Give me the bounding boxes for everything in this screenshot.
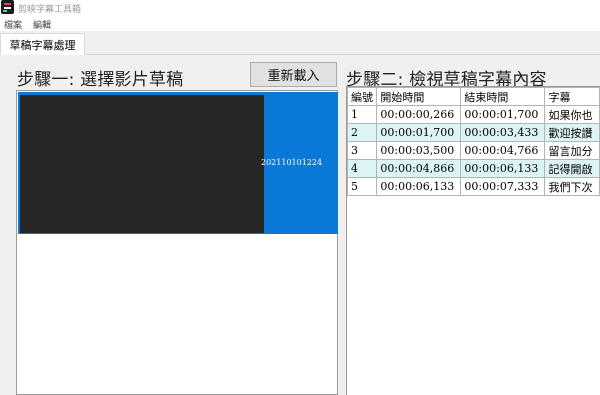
- cell-end[interactable]: 00:00:01,700: [460, 105, 546, 124]
- tab-strip: 草稿字幕處理: [0, 31, 600, 55]
- column-header-index[interactable]: 編號: [347, 87, 378, 106]
- step1-title: 步驟一: 選擇影片草稿: [17, 70, 184, 90]
- cell-text[interactable]: 歡迎按讚: [544, 123, 600, 142]
- cell-end[interactable]: 00:00:03,433: [460, 123, 546, 142]
- column-header-start[interactable]: 開始時間: [376, 87, 462, 106]
- title-bar: 剪映字幕工具箱: [0, 0, 600, 15]
- table-row[interactable]: 1 00:00:00,266 00:00:01,700 如果你也: [347, 105, 600, 124]
- menu-file[interactable]: 檔案: [4, 18, 22, 31]
- cell-end[interactable]: 00:00:06,133: [460, 159, 546, 178]
- window-title: 剪映字幕工具箱: [18, 5, 82, 15]
- cell-index[interactable]: 5: [347, 177, 378, 196]
- cell-start[interactable]: 00:00:04,866: [376, 159, 462, 178]
- video-list[interactable]: 202110101224: [16, 90, 338, 395]
- menu-edit[interactable]: 編輯: [33, 18, 51, 31]
- cell-text[interactable]: 留言加分: [544, 141, 600, 160]
- cell-index[interactable]: 4: [347, 159, 378, 178]
- tab-draft-subtitle[interactable]: 草稿字幕處理: [0, 33, 85, 55]
- cell-index[interactable]: 1: [347, 105, 378, 124]
- cell-start[interactable]: 00:00:00,266: [376, 105, 462, 124]
- subtitle-grid[interactable]: 編號 開始時間 結束時間 字幕 1 00:00:00,266 00:00:01,…: [346, 86, 600, 395]
- table-row[interactable]: 4 00:00:04,866 00:00:06,133 記得開啟: [347, 159, 600, 178]
- video-name: 202110101224: [261, 158, 323, 167]
- cell-start[interactable]: 00:00:03,500: [376, 141, 462, 160]
- cell-text[interactable]: 我們下次: [544, 177, 600, 196]
- cell-start[interactable]: 00:00:01,700: [376, 123, 462, 142]
- video-thumbnail: [20, 95, 264, 233]
- cell-text[interactable]: 如果你也: [544, 105, 600, 124]
- column-header-text[interactable]: 字幕: [544, 87, 600, 106]
- column-header-end[interactable]: 結束時間: [460, 87, 546, 106]
- table-row[interactable]: 5 00:00:06,133 00:00:07,333 我們下次: [347, 177, 600, 196]
- video-item[interactable]: 202110101224: [18, 92, 338, 234]
- table-row[interactable]: 3 00:00:03,500 00:00:04,766 留言加分: [347, 141, 600, 160]
- cell-index[interactable]: 3: [347, 141, 378, 160]
- cell-index[interactable]: 2: [347, 123, 378, 142]
- app-logo-icon: [1, 0, 14, 14]
- table-header-row: 編號 開始時間 結束時間 字幕: [347, 87, 600, 106]
- subtitle-table: 編號 開始時間 結束時間 字幕 1 00:00:00,266 00:00:01,…: [347, 87, 600, 196]
- cell-text[interactable]: 記得開啟: [544, 159, 600, 178]
- cell-start[interactable]: 00:00:06,133: [376, 177, 462, 196]
- cell-end[interactable]: 00:00:07,333: [460, 177, 546, 196]
- cell-end[interactable]: 00:00:04,766: [460, 141, 546, 160]
- table-row[interactable]: 2 00:00:01,700 00:00:03,433 歡迎按讚: [347, 123, 600, 142]
- menu-bar: 檔案 編輯: [0, 15, 600, 31]
- reload-button[interactable]: 重新載入: [250, 62, 337, 87]
